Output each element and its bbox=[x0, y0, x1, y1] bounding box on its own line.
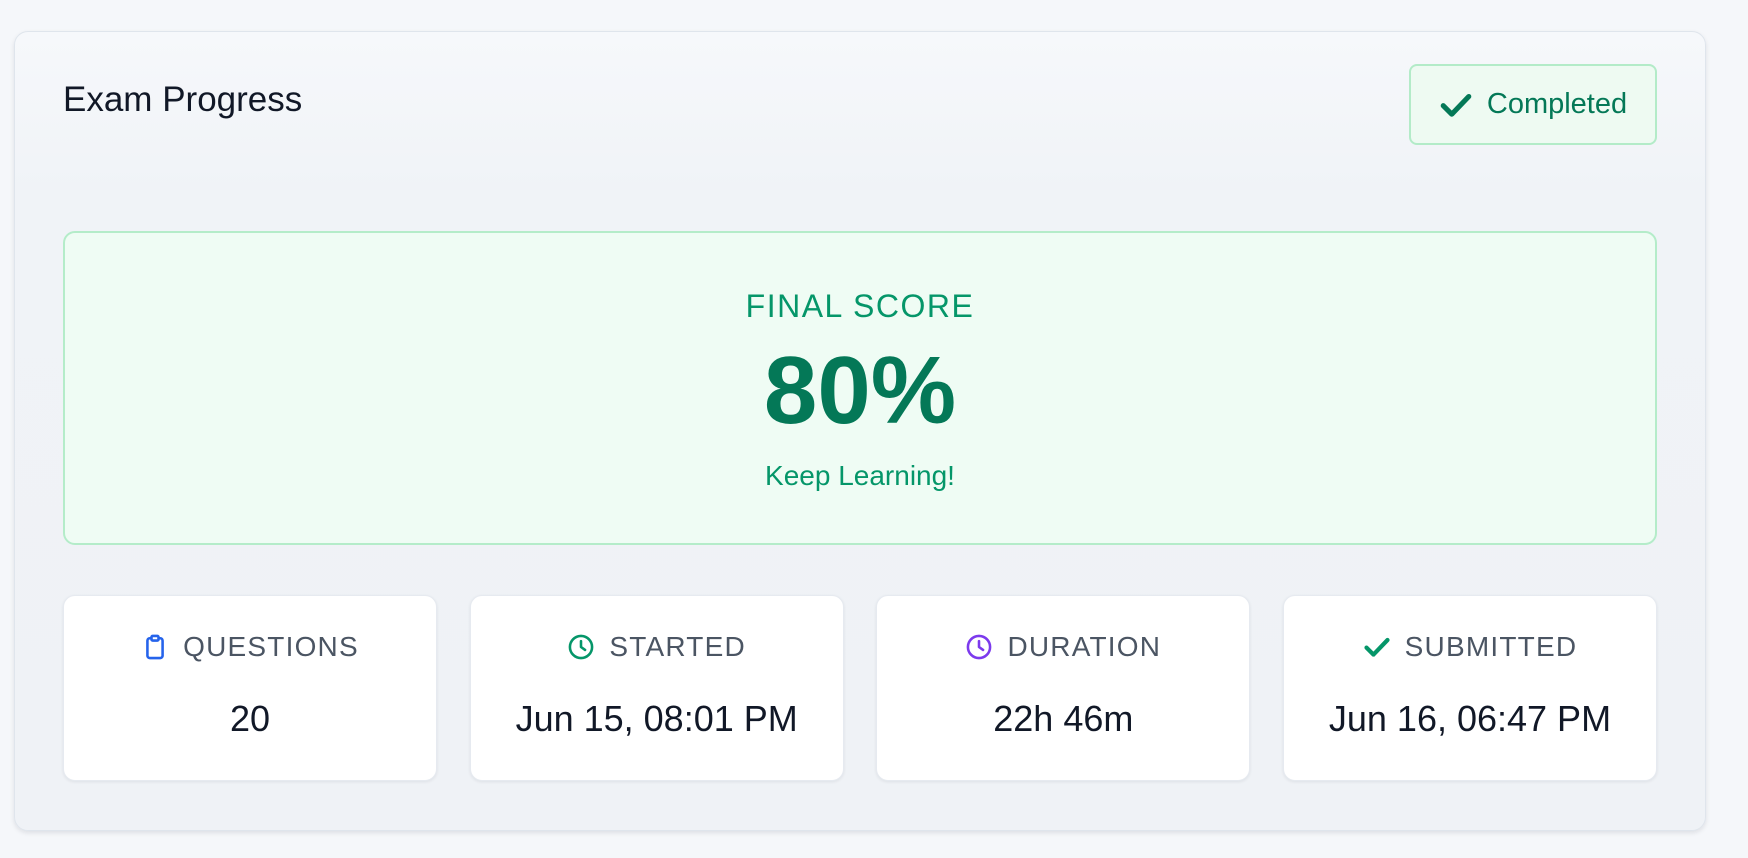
score-panel: FINAL SCORE 80% Keep Learning! bbox=[63, 231, 1657, 545]
stat-value: 20 bbox=[229, 698, 271, 739]
stat-value: 22h 46m bbox=[993, 698, 1134, 739]
stat-card-started: STARTED Jun 15, 08:01 PM bbox=[469, 595, 844, 781]
clipboard-icon bbox=[146, 634, 165, 660]
score-message: Keep Learning! bbox=[765, 460, 955, 491]
stat-card-submitted: SUBMITTED Jun 16, 06:47 PM bbox=[1282, 595, 1657, 781]
stat-card-questions: QUESTIONS 20 bbox=[63, 595, 437, 781]
score-label: FINAL SCORE bbox=[745, 288, 975, 324]
check-icon bbox=[1440, 93, 1472, 117]
clock-icon bbox=[569, 634, 594, 660]
stat-value: Jun 15, 08:01 PM bbox=[515, 698, 798, 739]
status-badge: Completed bbox=[1409, 64, 1657, 145]
stats-row: QUESTIONS 20 STARTED Jun 15, 08:01 PM DU… bbox=[63, 595, 1657, 781]
status-label: Completed bbox=[1486, 88, 1628, 120]
score-value: 80% bbox=[763, 337, 957, 444]
clock-icon bbox=[967, 634, 992, 660]
page-title: Exam Progress bbox=[63, 80, 303, 119]
stat-label: STARTED bbox=[609, 631, 746, 662]
stat-label: QUESTIONS bbox=[183, 631, 359, 662]
exam-progress-card: Exam Progress Completed FINAL SCORE 80% … bbox=[14, 31, 1706, 831]
stat-value: Jun 16, 06:47 PM bbox=[1328, 698, 1612, 739]
check-icon bbox=[1364, 637, 1390, 657]
stat-label: DURATION bbox=[1007, 631, 1162, 662]
stat-label: SUBMITTED bbox=[1404, 631, 1578, 662]
stat-card-duration: DURATION 22h 46m bbox=[876, 595, 1251, 781]
